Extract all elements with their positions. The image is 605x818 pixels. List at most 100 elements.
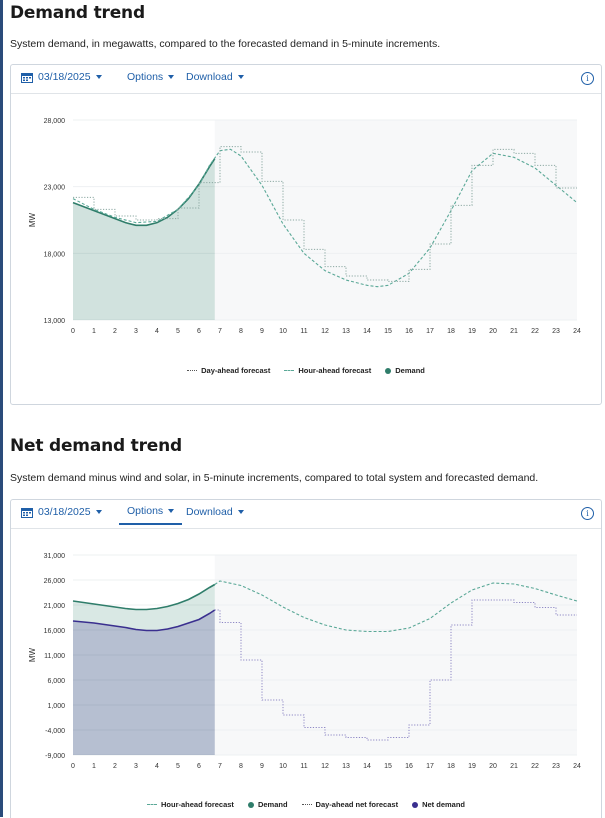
x-tick-label: 3 (134, 763, 138, 770)
x-tick-label: 4 (155, 328, 159, 335)
y-tick-label: 26,000 (44, 578, 66, 585)
y-tick-label: 6,000 (47, 678, 65, 685)
x-tick-label: 19 (468, 763, 476, 770)
section-title-net-demand: Net demand trend (10, 436, 182, 456)
x-tick-label: 16 (405, 763, 413, 770)
x-tick-label: 11 (300, 763, 307, 770)
y-tick-label: 11,000 (44, 653, 65, 660)
legend-label: Hour-ahead forecast (161, 800, 234, 809)
future-region (214, 120, 577, 320)
chevron-down-icon (95, 510, 102, 514)
y-tick-label: 31,000 (44, 553, 66, 560)
legend-item-day-ahead-net[interactable]: Day-ahead net forecast (301, 800, 399, 809)
x-tick-label: 15 (384, 328, 392, 335)
x-tick-label: 20 (489, 763, 497, 770)
x-tick-label: 17 (426, 328, 434, 335)
x-tick-label: 0 (71, 763, 75, 770)
window-edge (0, 0, 3, 817)
dotted-line-swatch (301, 804, 312, 805)
x-tick-label: 14 (363, 328, 371, 335)
date-picker[interactable]: 03/18/2025 (21, 71, 102, 83)
y-tick-label: 18,000 (44, 251, 66, 258)
chevron-down-icon (237, 510, 244, 514)
options-label: Options (127, 505, 164, 517)
options-dropdown[interactable]: Options (119, 505, 183, 525)
series-area-net-demand (73, 610, 215, 755)
options-label: Options (127, 71, 164, 83)
dashed-line-swatch (284, 370, 295, 371)
y-tick-label: 1,000 (47, 703, 65, 710)
section-title-demand: Demand trend (10, 3, 145, 23)
legend-item-demand[interactable]: Demand (247, 800, 288, 809)
download-dropdown[interactable]: Download (186, 506, 244, 518)
legend-label: Day-ahead forecast (201, 366, 271, 375)
x-tick-label: 12 (321, 763, 329, 770)
dashed-line-swatch (147, 804, 157, 805)
x-tick-label: 21 (510, 763, 518, 770)
y-tick-label: 21,000 (44, 603, 66, 610)
date-value: 03/18/2025 (38, 506, 91, 518)
demand-chart: 13,00018,00023,00028,0000 1 2 3 4 5 6 7 8 9 10 11 12… (28, 118, 581, 335)
x-tick-label: 24 (573, 328, 581, 335)
x-tick-label: 21 (510, 328, 518, 335)
x-tick-label: 2 (113, 763, 117, 770)
x-tick-label: 9 (260, 763, 264, 770)
net-demand-chart-legend: Hour-ahead forecast Demand Day-ahead net… (11, 800, 601, 809)
y-tick-label: -9,000 (45, 753, 65, 760)
x-tick-label: 24 (573, 763, 581, 770)
section-description-demand: System demand, in megawatts, compared to… (10, 38, 441, 50)
chevron-down-icon (237, 75, 244, 79)
x-tick-label: 3 (134, 328, 138, 335)
x-tick-label: 1 (92, 763, 96, 770)
legend-label: Day-ahead net forecast (315, 800, 399, 809)
legend-item-hour-ahead[interactable]: Hour-ahead forecast (147, 800, 234, 809)
y-tick-label: 23,000 (44, 185, 66, 192)
legend-item-day-ahead[interactable]: Day-ahead forecast (187, 366, 270, 375)
x-tick-label: 6 (197, 763, 201, 770)
x-tick-label: 7 (218, 328, 222, 335)
legend-item-demand[interactable]: Demand (385, 366, 425, 375)
y-tick-label: 28,000 (44, 118, 66, 125)
legend-item-hour-ahead[interactable]: Hour-ahead forecast (284, 366, 371, 375)
x-tick-label: 22 (531, 328, 539, 335)
x-tick-label: 11 (300, 328, 307, 335)
options-dropdown[interactable]: Options (127, 71, 175, 83)
x-tick-label: 23 (552, 763, 560, 770)
calendar-icon (21, 507, 33, 518)
legend-item-net-demand[interactable]: Net demand (412, 800, 465, 809)
demand-chart-legend: Day-ahead forecast Hour-ahead forecast D… (11, 366, 601, 375)
x-tick-label: 7 (218, 763, 222, 770)
net-demand-chart: -9,000 -4,000 1,000 6,000 11,000 16,000 21,000… (28, 553, 581, 770)
x-tick-label: 2 (113, 328, 117, 335)
y-tick-label: 13,000 (44, 318, 66, 325)
x-tick-label: 8 (239, 328, 243, 335)
y-tick-label: -4,000 (45, 728, 65, 735)
x-tick-label: 14 (363, 763, 371, 770)
info-icon[interactable]: i (581, 72, 594, 85)
net-demand-chart-toolbar: 03/18/2025 Options Download i (11, 500, 601, 529)
dot-swatch (247, 801, 254, 808)
info-icon[interactable]: i (581, 507, 594, 520)
net-demand-chart-panel: 03/18/2025 Options Download i -9,000 -4,0… (10, 499, 602, 818)
download-label: Download (186, 506, 233, 518)
date-picker[interactable]: 03/18/2025 (21, 506, 102, 518)
legend-label: Hour-ahead forecast (298, 366, 372, 375)
series-area-demand (73, 158, 215, 320)
x-tick-label: 17 (426, 763, 434, 770)
legend-label: Net demand (422, 800, 465, 809)
download-label: Download (186, 71, 233, 83)
download-dropdown[interactable]: Download (186, 71, 244, 83)
x-tick-label: 16 (405, 328, 413, 335)
calendar-icon (21, 72, 33, 83)
x-tick-label: 9 (260, 328, 264, 335)
x-tick-label: 4 (155, 763, 159, 770)
x-tick-label: 8 (239, 763, 243, 770)
x-tick-label: 12 (321, 328, 329, 335)
x-tick-label: 6 (197, 328, 201, 335)
y-tick-label: 16,000 (44, 628, 66, 635)
x-tick-label: 20 (489, 328, 497, 335)
x-tick-label: 23 (552, 328, 560, 335)
x-tick-label: 13 (342, 328, 350, 335)
legend-label: Demand (395, 366, 425, 375)
x-tick-label: 10 (279, 328, 287, 335)
